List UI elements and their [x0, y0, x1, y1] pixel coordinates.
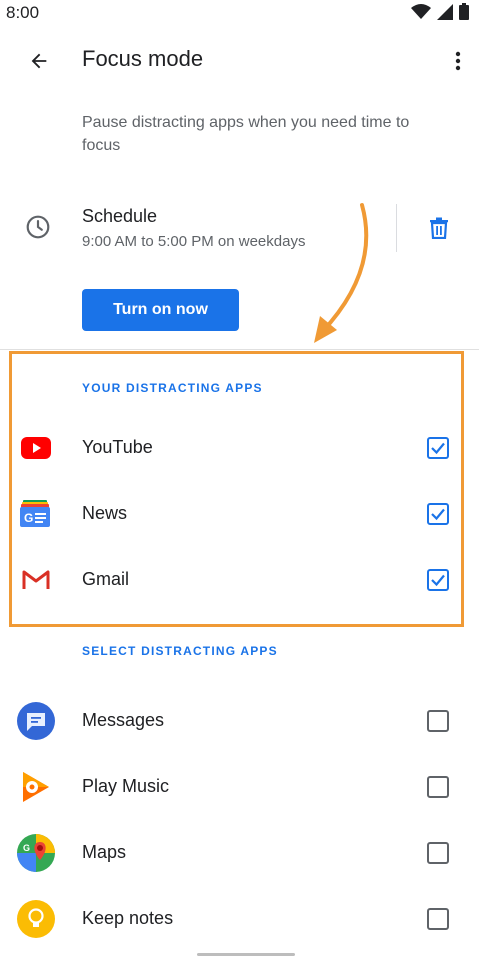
- wifi-icon: [411, 3, 431, 19]
- app-row-news[interactable]: G News: [0, 486, 479, 542]
- app-label: Play Music: [82, 776, 170, 796]
- checkbox-checked-icon: [427, 437, 449, 459]
- vertical-divider: [396, 204, 397, 252]
- checkbox-checked-icon: [427, 503, 449, 525]
- app-row-maps[interactable]: G Maps: [0, 825, 479, 881]
- page-title: Focus mode: [82, 46, 204, 71]
- checkbox-youtube[interactable]: [427, 437, 449, 459]
- svg-text:G: G: [23, 843, 30, 853]
- play-music-icon: [16, 767, 56, 807]
- checkbox-checked-icon: [427, 569, 449, 591]
- description: Pause distracting apps when you need tim…: [82, 114, 410, 154]
- trash-icon: [430, 217, 448, 239]
- messages-icon: [16, 701, 56, 741]
- maps-icon: G: [16, 833, 56, 873]
- keep-notes-icon: [16, 899, 56, 939]
- home-indicator[interactable]: [197, 953, 295, 956]
- checkbox-messages[interactable]: [427, 710, 449, 732]
- more-options-button[interactable]: [445, 42, 471, 80]
- select-distracting-apps-header: SELECT DISTRACTING APPS: [82, 644, 278, 658]
- back-button[interactable]: [20, 42, 58, 80]
- app-label: Keep notes: [82, 908, 174, 928]
- checkbox-unchecked-icon: [427, 776, 449, 798]
- status-bar: 8:00: [0, 0, 479, 26]
- more-vert-icon: [455, 51, 461, 71]
- app-row-play-music[interactable]: Play Music: [0, 759, 479, 815]
- cellular-signal-icon: [437, 3, 453, 20]
- app-label: Gmail: [82, 569, 130, 589]
- app-row-youtube[interactable]: YouTube: [0, 420, 479, 476]
- checkbox-keep-notes[interactable]: [427, 908, 449, 930]
- checkbox-unchecked-icon: [427, 908, 449, 930]
- checkbox-unchecked-icon: [427, 842, 449, 864]
- schedule-row[interactable]: Schedule 9:00 AM to 5:00 PM on weekdays: [0, 192, 479, 262]
- checkbox-gmail[interactable]: [427, 569, 449, 591]
- turn-on-now-button[interactable]: Turn on now: [82, 289, 239, 331]
- section-divider: [0, 349, 479, 350]
- app-row-messages[interactable]: Messages: [0, 693, 479, 749]
- delete-schedule-button[interactable]: [423, 212, 455, 244]
- app-label: News: [82, 503, 128, 523]
- checkbox-news[interactable]: [427, 503, 449, 525]
- annotation-arrow: [314, 203, 369, 343]
- app-label: Maps: [82, 842, 127, 862]
- status-icons: [411, 3, 469, 20]
- clock-icon: [26, 215, 50, 239]
- youtube-icon: [16, 428, 56, 468]
- app-row-keep-notes[interactable]: Keep notes: [0, 891, 479, 947]
- schedule-subtitle: 9:00 AM to 5:00 PM on weekdays: [82, 233, 306, 250]
- news-icon: G: [16, 494, 56, 534]
- app-label: Messages: [82, 710, 165, 730]
- arrow-back-icon: [31, 53, 47, 69]
- app-label: YouTube: [82, 437, 153, 457]
- battery-icon: [459, 3, 469, 20]
- checkbox-unchecked-icon: [427, 710, 449, 732]
- gmail-icon: [16, 560, 56, 600]
- status-time: 8:00: [6, 3, 40, 22]
- app-bar: Focus mode: [0, 26, 479, 92]
- your-distracting-apps-header: YOUR DISTRACTING APPS: [82, 381, 263, 395]
- checkbox-maps[interactable]: [427, 842, 449, 864]
- svg-text:G: G: [24, 511, 33, 525]
- app-row-gmail[interactable]: Gmail: [0, 552, 479, 608]
- checkbox-play-music[interactable]: [427, 776, 449, 798]
- schedule-title: Schedule: [82, 206, 158, 226]
